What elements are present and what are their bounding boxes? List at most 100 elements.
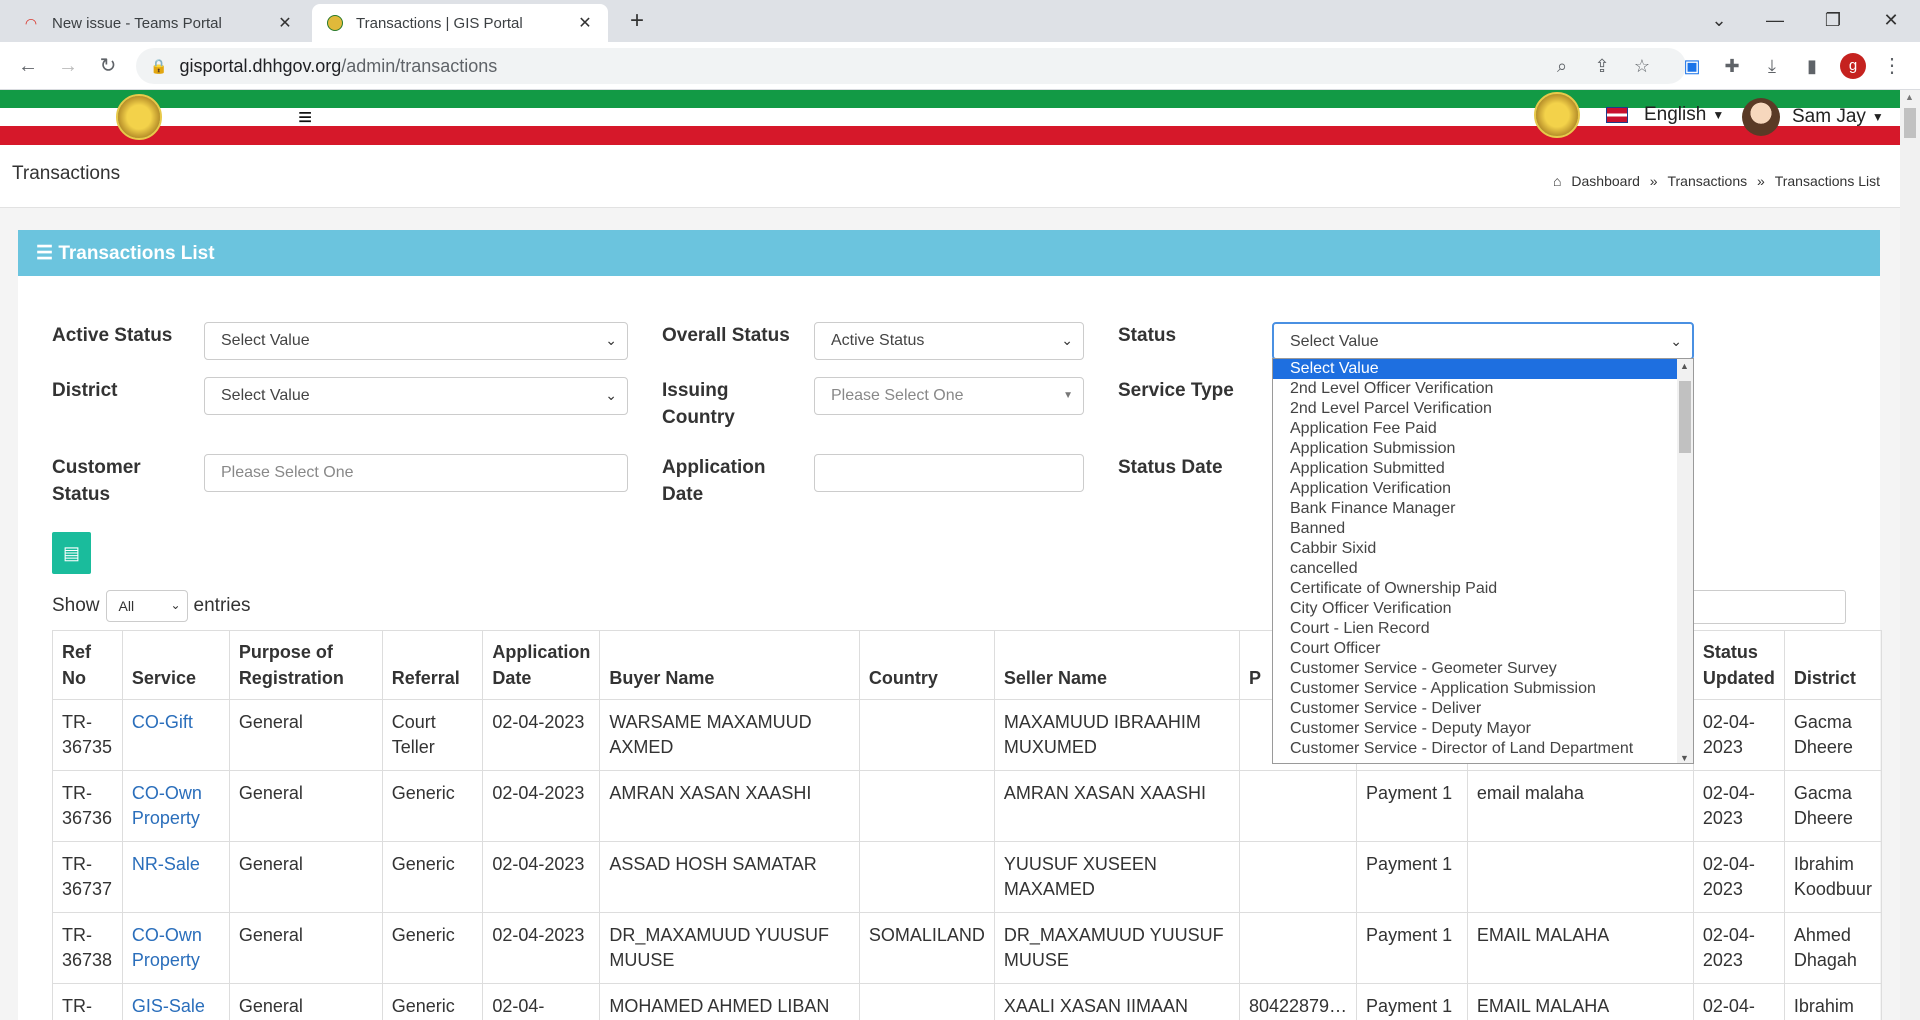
col-ref-no[interactable]: Ref No	[52, 630, 123, 700]
dropdown-option[interactable]: Court Officer	[1273, 639, 1693, 659]
scroll-thumb[interactable]	[1904, 108, 1916, 138]
scroll-up-icon[interactable]: ▲	[1680, 361, 1689, 371]
dropdown-option[interactable]: Application Submission	[1273, 439, 1693, 459]
table-search-input[interactable]	[1688, 590, 1846, 624]
language-selector[interactable]: English ▼	[1606, 104, 1724, 126]
dropdown-option[interactable]: City Officer Verification	[1273, 599, 1693, 619]
reload-icon[interactable]: ↻	[94, 52, 122, 80]
teams-icon: ◠	[24, 14, 38, 31]
entries-select[interactable]: All ⌄	[105, 590, 188, 622]
table-cell-ref: TR-36737	[52, 841, 123, 913]
application-date-input[interactable]	[814, 454, 1084, 492]
table-cell-payment: Payment 1	[1356, 770, 1468, 842]
col-status-updated[interactable]: Status Updated	[1692, 630, 1785, 700]
scroll-down-icon[interactable]: ▼	[1680, 753, 1689, 763]
title-bar: Transactions ⌂ Dashboard » Transactions …	[0, 145, 1900, 208]
dropdown-option[interactable]: Application Verification	[1273, 479, 1693, 499]
table-cell-seller: YUUSUF XUSEEN MAXAMED	[993, 841, 1240, 913]
status-select[interactable]: Select Value ⌄	[1272, 322, 1694, 360]
tab-gis-portal[interactable]: Transactions | GIS Portal ✕	[312, 4, 608, 42]
table-cell-service: CO-Own Property	[121, 912, 230, 984]
close-window-icon[interactable]: ✕	[1866, 0, 1916, 40]
chevron-down-icon: ⌄	[605, 387, 617, 403]
dropdown-option[interactable]: Select Value	[1273, 359, 1693, 379]
dropdown-option[interactable]: 2nd Level Parcel Verification	[1273, 399, 1693, 419]
dropdown-option[interactable]: Bank Finance Manager	[1273, 499, 1693, 519]
bookmark-star-icon[interactable]: ☆	[1628, 52, 1656, 80]
excel-export-button[interactable]: ▤	[52, 532, 91, 574]
dropdown-scrollbar[interactable]: ▲ ▼	[1677, 359, 1693, 763]
service-link[interactable]: CO-Gift	[132, 712, 193, 732]
dropdown-option[interactable]: Customer Service - Deputy Mayor	[1273, 719, 1693, 739]
dropdown-option[interactable]: Certificate of Ownership Paid	[1273, 579, 1693, 599]
dropdown-option[interactable]: 2nd Level Officer Verification	[1273, 379, 1693, 399]
dropdown-option[interactable]: Customer Service - Geometer Survey	[1273, 659, 1693, 679]
breadcrumb-dashboard[interactable]: Dashboard	[1571, 173, 1640, 189]
breadcrumb: ⌂ Dashboard » Transactions » Transaction…	[1547, 173, 1880, 189]
dropdown-option[interactable]: Customer Service - Deliver	[1273, 699, 1693, 719]
table-cell-district: Ibrahim	[1783, 983, 1883, 1020]
page-scrollbar[interactable]: ▲	[1900, 90, 1920, 1020]
status-dropdown-list[interactable]: Select Value 2nd Level Officer Verificati…	[1272, 358, 1694, 764]
close-tab-icon[interactable]: ✕	[276, 13, 294, 33]
table-cell-purpose: General	[228, 699, 383, 771]
col-purpose[interactable]: Purpose of Registration	[228, 630, 383, 700]
user-menu[interactable]: Sam Jay ▼	[1742, 98, 1884, 136]
dropdown-option[interactable]: Banned	[1273, 519, 1693, 539]
col-buyer-name[interactable]: Buyer Name	[599, 630, 860, 700]
profile-avatar[interactable]: g	[1840, 53, 1866, 79]
breadcrumb-transactions[interactable]: Transactions	[1667, 173, 1747, 189]
hamburger-menu-icon[interactable]: ≡	[298, 106, 322, 130]
label-line: Customer	[52, 457, 141, 478]
dropdown-option[interactable]: Application Fee Paid	[1273, 419, 1693, 439]
extension-icon[interactable]: ▣	[1678, 52, 1706, 80]
dropdown-option[interactable]: cancelled	[1273, 559, 1693, 579]
back-icon[interactable]: ←	[14, 52, 42, 80]
close-tab-icon[interactable]: ✕	[576, 13, 594, 33]
service-link[interactable]: CO-Own Property	[132, 783, 202, 828]
issuing-country-select[interactable]: Please Select One ▼	[814, 377, 1084, 415]
district-select[interactable]: Select Value ⌄	[204, 377, 628, 415]
overall-status-select[interactable]: Active Status ⌄	[814, 322, 1084, 360]
url-input[interactable]: 🔒 gisportal.dhhgov.org/admin/transaction…	[136, 48, 1686, 84]
service-link[interactable]: NR-Sale	[132, 854, 200, 874]
table-cell-note	[1466, 841, 1694, 913]
restore-icon[interactable]: ❐	[1808, 0, 1858, 40]
share-icon[interactable]: ⇪	[1588, 52, 1616, 80]
download-icon[interactable]: ⤓	[1758, 52, 1786, 80]
label-line: Country	[662, 407, 735, 428]
label-line: Status	[52, 484, 111, 505]
col-district[interactable]: District	[1783, 630, 1883, 700]
dropdown-option[interactable]: Court - Lien Record	[1273, 619, 1693, 639]
dropdown-option[interactable]: Cabbir Sixid	[1273, 539, 1693, 559]
service-link[interactable]: CO-Own Property	[132, 925, 202, 970]
service-link[interactable]: GIS-Sale	[132, 996, 205, 1016]
new-tab-button[interactable]: +	[622, 6, 652, 36]
table-cell-country	[858, 770, 995, 842]
zoom-icon[interactable]: ⌕	[1548, 52, 1576, 80]
col-country[interactable]: Country	[858, 630, 995, 700]
dropdown-option[interactable]: Application Submitted	[1273, 459, 1693, 479]
tab-search-chevron-icon[interactable]: ⌄	[1694, 0, 1744, 40]
col-seller-name[interactable]: Seller Name	[993, 630, 1240, 700]
active-status-select[interactable]: Select Value ⌄	[204, 322, 628, 360]
col-application-date[interactable]: Application Date	[482, 630, 601, 700]
customer-status-select[interactable]: Please Select One	[204, 454, 628, 492]
dropdown-option[interactable]: Customer Service - Director of Land Depa…	[1273, 739, 1693, 759]
tab-teams-portal[interactable]: ◠ New issue - Teams Portal ✕	[8, 4, 308, 42]
scroll-thumb[interactable]	[1679, 381, 1691, 453]
uk-flag-icon	[1606, 107, 1628, 123]
table-cell-updated: 02-04-	[1692, 983, 1785, 1020]
scroll-up-icon[interactable]: ▲	[1905, 92, 1914, 102]
minimize-icon[interactable]: —	[1750, 0, 1800, 40]
menu-kebab-icon[interactable]: ⋮	[1880, 52, 1904, 80]
table-cell-buyer: MOHAMED AHMED LIBAN	[599, 983, 860, 1020]
col-service[interactable]: Service	[121, 630, 230, 700]
customer-status-label: Customer Status	[52, 454, 141, 508]
col-referral[interactable]: Referral	[381, 630, 484, 700]
puzzle-icon[interactable]: ✚	[1718, 52, 1746, 80]
forward-icon[interactable]: →	[54, 52, 82, 80]
dropdown-option[interactable]: Customer Service - Application Submissio…	[1273, 679, 1693, 699]
logo-emblem[interactable]	[116, 94, 162, 140]
side-panel-icon[interactable]: ▮	[1798, 52, 1826, 80]
